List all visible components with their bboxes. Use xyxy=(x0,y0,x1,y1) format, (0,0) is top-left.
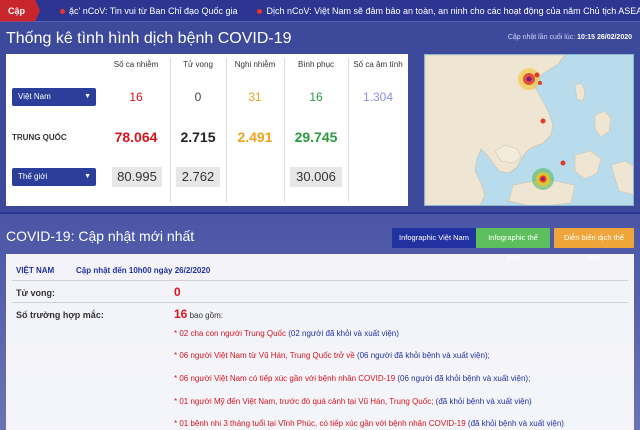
ticker-item[interactable]: ặc' nCoV: Tin vui từ Ban Chỉ đạo Quốc gi… xyxy=(59,6,237,16)
world-trend-button[interactable]: Diễn biến dịch thế giới xyxy=(554,228,634,262)
vn-deaths: 0 xyxy=(194,90,202,104)
world-recovered: 30.006 xyxy=(290,167,342,187)
ticker-label: Cập nhật: xyxy=(0,0,40,22)
cn-recovered: 29.745 xyxy=(294,129,338,145)
infographic-vietnam-button[interactable]: Infographic Việt Nam xyxy=(392,228,476,248)
divider xyxy=(12,302,628,303)
update-panel: VIỆT NAM Cập nhật đến 10h00 ngày 26/2/20… xyxy=(6,254,634,430)
divider xyxy=(12,280,628,281)
vn-negative: 1.304 xyxy=(362,90,394,104)
col-header-cases: Số ca nhiễm xyxy=(113,60,159,69)
col-header-negative: Số ca âm tính xyxy=(353,60,403,69)
news-ticker: Cập nhật: ặc' nCoV: Tin vui từ Ban Chỉ đ… xyxy=(0,0,640,22)
deaths-value: 0 xyxy=(174,285,181,299)
vn-recovered: 16 xyxy=(309,90,323,104)
row-label-china: TRUNG QUỐC xyxy=(12,133,67,142)
cn-deaths: 2.715 xyxy=(180,129,216,145)
bullet-icon xyxy=(59,8,65,14)
col-header-recovered: Bình phục xyxy=(297,60,335,69)
caret-down-icon: ▼ xyxy=(84,173,91,180)
last-updated: Cập nhật lần cuối lúc: 10:15 26/02/2020 xyxy=(507,34,632,41)
region-select-world[interactable]: Thế giới ▼ xyxy=(12,168,96,186)
stats-table: Số ca nhiễm Tử vong Nghi nhiễm Bình phục… xyxy=(6,54,408,206)
case-item: * 06 người Việt Nam có tiếp xúc gần với … xyxy=(174,374,531,383)
deaths-label: Tử vong: xyxy=(16,288,56,298)
section-title: COVID-19: Cập nhật mới nhất xyxy=(6,228,195,244)
latest-updates-section: COVID-19: Cập nhật mới nhất Infographic … xyxy=(0,214,640,430)
vn-cases: 16 xyxy=(129,90,143,104)
vn-suspected: 31 xyxy=(248,90,262,104)
bullet-icon xyxy=(257,8,263,14)
stats-title: Thống kê tình hình dịch bệnh COVID-19 xyxy=(6,30,292,47)
infographic-world-button[interactable]: Infographic thế giới xyxy=(476,228,550,262)
col-header-deaths: Tử vong xyxy=(183,60,213,69)
map-graphic xyxy=(425,55,633,205)
case-item: * 02 cha con người Trung Quốc (02 người … xyxy=(174,329,399,338)
caret-down-icon: ▼ xyxy=(84,93,91,100)
cn-cases: 78.064 xyxy=(114,129,158,145)
cases-summary: 16 bao gồm: xyxy=(174,307,223,321)
case-item: * 01 bệnh nhi 3 tháng tuổi tại Vĩnh Phúc… xyxy=(174,419,564,428)
country-name: VIỆT NAM xyxy=(16,266,55,275)
col-header-suspected: Nghi nhiễm xyxy=(234,60,276,69)
world-deaths: 2.762 xyxy=(176,167,220,187)
case-item: * 06 người Việt Nam từ Vũ Hán, Trung Quố… xyxy=(174,351,490,360)
update-time: Cập nhật đến 10h00 ngày 26/2/2020 xyxy=(76,266,211,275)
country-select-vietnam[interactable]: Việt Nam ▼ xyxy=(12,88,96,106)
column-divider xyxy=(348,58,349,202)
cases-label: Số trường hợp mắc: xyxy=(16,310,104,320)
case-item: * 01 người Mỹ đến Việt Nam, trước đó quá… xyxy=(174,397,532,406)
ticker-item[interactable]: Dịch nCoV: Việt Nam sẽ đảm bảo an toàn, … xyxy=(257,6,640,16)
outbreak-map[interactable] xyxy=(424,54,634,206)
world-cases: 80.995 xyxy=(112,167,162,187)
cn-suspected: 2.491 xyxy=(237,129,273,145)
